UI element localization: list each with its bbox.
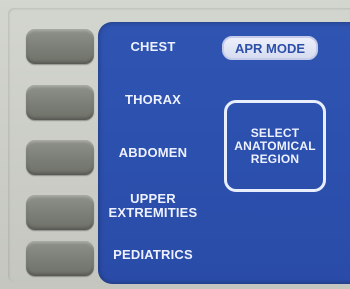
soft-key-4[interactable] (26, 195, 94, 230)
select-region-prompt-box: SELECT ANATOMICAL REGION (224, 100, 326, 192)
menu-item-chest[interactable]: CHEST (98, 40, 208, 54)
apr-mode-button[interactable]: APR MODE (222, 36, 318, 60)
soft-key-5[interactable] (26, 241, 94, 276)
display-screen: CHEST THORAX ABDOMEN UPPER EXTREMITIES P… (98, 22, 350, 284)
menu-item-upper-extremities[interactable]: UPPER EXTREMITIES (98, 192, 208, 220)
menu-item-pediatrics[interactable]: PEDIATRICS (98, 248, 208, 262)
select-region-prompt-text: SELECT ANATOMICAL REGION (234, 125, 316, 166)
soft-key-1[interactable] (26, 29, 94, 64)
menu-item-abdomen[interactable]: ABDOMEN (98, 146, 208, 160)
menu-item-thorax[interactable]: THORAX (98, 93, 208, 107)
soft-key-2[interactable] (26, 85, 94, 120)
soft-key-3[interactable] (26, 140, 94, 175)
